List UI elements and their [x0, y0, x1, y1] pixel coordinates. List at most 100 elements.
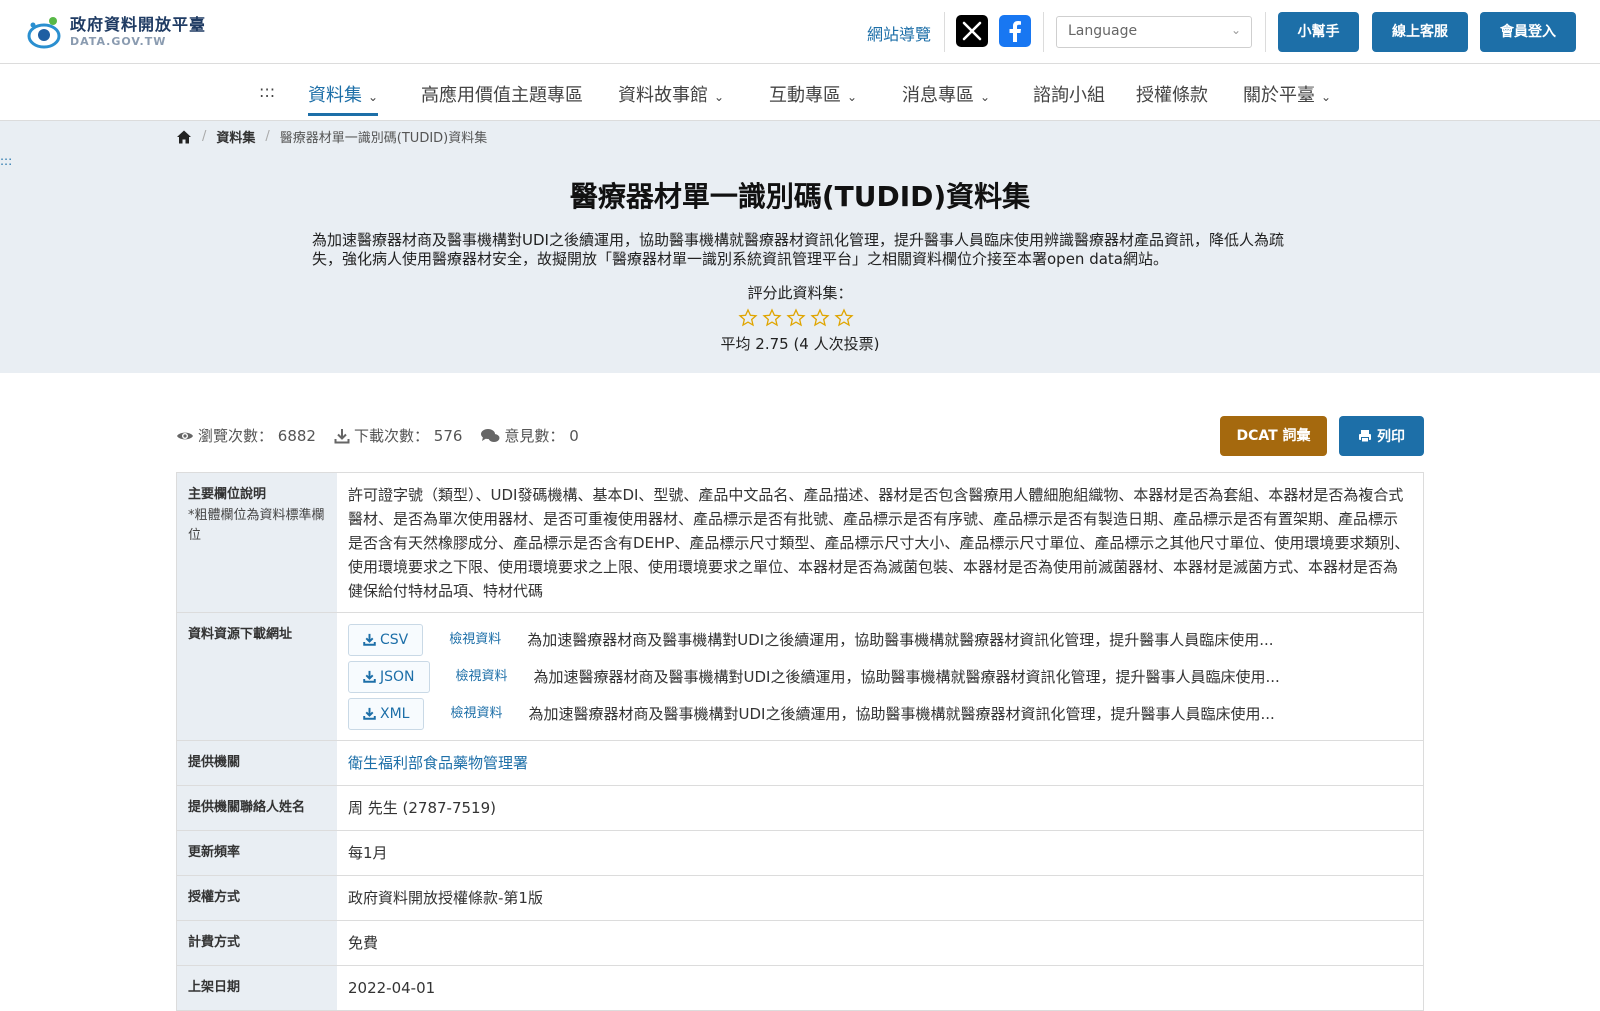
divider: [1265, 12, 1266, 52]
online-support-button[interactable]: 線上客服: [1372, 12, 1468, 52]
nav-item-news[interactable]: 消息專區 ⌄: [902, 81, 990, 107]
page-title: 醫療器材單一識別碼(TUDID)資料集: [569, 180, 1031, 213]
chevron-down-icon: ⌄: [1230, 23, 1241, 37]
nav-item-interaction[interactable]: 互動專區 ⌄: [769, 81, 857, 107]
format-label: CSV: [380, 631, 409, 648]
comments-stat: 意見數： 0: [480, 425, 579, 446]
rate-label: 評分此資料集：: [747, 284, 853, 302]
nav-item-label: 互動專區: [769, 85, 841, 106]
facebook-icon[interactable]: [999, 15, 1031, 47]
chevron-down-icon: ⌄: [1321, 90, 1332, 104]
download-csv-button[interactable]: CSV: [348, 623, 424, 656]
format-label: JSON: [380, 668, 415, 685]
table-row: 計費方式 免費: [177, 921, 1423, 966]
nav-item-advisory[interactable]: 諮詢小組: [1033, 81, 1105, 107]
table-row: 提供機關 衛生福利部食品藥物管理署: [177, 741, 1423, 786]
download-icon: [363, 633, 376, 646]
frequency-value: 每1月: [348, 844, 388, 862]
x-twitter-icon[interactable]: [956, 15, 988, 47]
divider: [1043, 12, 1044, 52]
printer-icon: [1359, 430, 1371, 443]
site-guide-link[interactable]: 網站導覽: [867, 21, 931, 45]
license-value: 政府資料開放授權條款-第1版: [348, 889, 543, 907]
comments-count: 0: [569, 426, 579, 445]
resource-row: CSV 檢視資料 為加速醫療器材商及醫事機構對UDI之後續運用，協助醫事機構就醫…: [348, 623, 1412, 656]
accesskey-nav[interactable]: :::: [259, 82, 275, 101]
nav-item-license[interactable]: 授權條款: [1136, 81, 1208, 107]
member-login-button[interactable]: 會員登入: [1480, 12, 1576, 52]
view-data-link[interactable]: 檢視資料: [456, 665, 508, 689]
nav-item-label: 高應用價值主題專區: [421, 85, 583, 106]
nav-item-about[interactable]: 關於平臺 ⌄: [1243, 81, 1331, 107]
divider: [944, 12, 945, 52]
provider-link[interactable]: 衛生福利部食品藥物管理署: [348, 754, 528, 772]
nav-item-label: 資料集: [308, 85, 362, 106]
resources-label: 資料資源下載網址: [177, 613, 337, 740]
table-row: 更新頻率 每1月: [177, 831, 1423, 876]
breadcrumb-datasets[interactable]: 資料集: [216, 127, 255, 146]
nav-item-label: 消息專區: [902, 85, 974, 106]
frequency-label: 更新頻率: [177, 831, 337, 875]
top-header: 政府資料開放平臺 DATA.GOV.TW 網站導覽 Language ⌄ 小幫手…: [0, 0, 1600, 64]
dataset-hero: / 資料集 / 醫療器材單一識別碼(TUDID)資料集 ::: 醫療器材單一識別…: [0, 121, 1600, 373]
dataset-description: 為加速醫療器材商及醫事機構對UDI之後續運用，協助醫事機構就醫療器材資訊化管理，…: [312, 231, 1284, 268]
published-label: 上架日期: [177, 966, 337, 1010]
resource-row: XML 檢視資料 為加速醫療器材商及醫事機構對UDI之後續運用，協助醫事機構就醫…: [348, 697, 1412, 730]
view-data-link[interactable]: 檢視資料: [450, 702, 502, 726]
star-icon[interactable]: [834, 308, 854, 328]
dcat-button[interactable]: DCAT 詞彙: [1220, 416, 1327, 456]
license-label: 授權方式: [177, 876, 337, 920]
star-icon[interactable]: [810, 308, 830, 328]
dataset-details-table: 主要欄位說明 *粗體欄位為資料標準欄位 許可證字號（類型）、UDI發碼機構、基本…: [176, 472, 1424, 1011]
provider-label: 提供機關: [177, 741, 337, 785]
views-stat: 瀏覽次數： 6882: [176, 425, 316, 446]
table-row: 提供機關聯絡人姓名 周 先生 (2787-7519): [177, 786, 1423, 831]
fields-value: 許可證字號（類型）、UDI發碼機構、基本DI、型號、產品中文品名、產品描述、器材…: [348, 486, 1410, 600]
accesskey-content[interactable]: :::: [0, 154, 12, 168]
breadcrumb-separator: /: [265, 129, 270, 144]
rating-average: 平均 2.75 (4 人次投票): [720, 335, 880, 353]
rating-stars[interactable]: [738, 308, 854, 328]
comments-label: 意見數：: [504, 427, 565, 445]
download-icon: [334, 428, 350, 443]
nav-item-label: 關於平臺: [1243, 85, 1315, 106]
chevron-down-icon: ⌄: [368, 90, 379, 104]
home-icon[interactable]: [176, 129, 192, 145]
download-json-button[interactable]: JSON: [348, 660, 430, 693]
resources-list: CSV 檢視資料 為加速醫療器材商及醫事機構對UDI之後續運用，協助醫事機構就醫…: [337, 613, 1423, 740]
fields-note: *粗體欄位為資料標準欄位: [188, 508, 325, 543]
chevron-down-icon: ⌄: [714, 90, 725, 104]
print-button[interactable]: 列印: [1339, 416, 1424, 456]
fields-label: 主要欄位說明: [188, 487, 267, 502]
site-logo[interactable]: 政府資料開放平臺 DATA.GOV.TW: [24, 12, 206, 52]
star-icon[interactable]: [786, 308, 806, 328]
star-icon[interactable]: [738, 308, 758, 328]
views-count: 6882: [277, 426, 316, 445]
fee-label: 計費方式: [177, 921, 337, 965]
nav-item-label: 授權條款: [1136, 85, 1208, 106]
view-data-link[interactable]: 檢視資料: [449, 628, 501, 652]
breadcrumb-current: 醫療器材單一識別碼(TUDID)資料集: [279, 131, 488, 146]
format-label: XML: [380, 705, 410, 722]
table-row: 上架日期 2022-04-01: [177, 966, 1423, 1011]
breadcrumb-separator: /: [202, 129, 207, 144]
download-xml-button[interactable]: XML: [348, 697, 425, 730]
print-label: 列印: [1377, 429, 1405, 445]
downloads-label: 下載次數：: [353, 427, 429, 445]
nav-item-datasets[interactable]: 資料集 ⌄: [308, 81, 379, 116]
breadcrumb: / 資料集 / 醫療器材單一識別碼(TUDID)資料集: [176, 127, 487, 146]
dataset-stats: 瀏覽次數： 6882 下載次數： 576 意見數： 0: [176, 425, 597, 446]
chevron-down-icon: ⌄: [847, 90, 858, 104]
helper-button[interactable]: 小幫手: [1278, 12, 1359, 52]
download-icon: [363, 707, 376, 720]
downloads-count: 576: [433, 426, 463, 445]
logo-globe-icon: [27, 17, 61, 49]
download-icon: [363, 670, 376, 683]
row-header: 主要欄位說明 *粗體欄位為資料標準欄位: [177, 473, 337, 612]
nav-item-data-stories[interactable]: 資料故事館 ⌄: [618, 81, 724, 107]
views-label: 瀏覽次數：: [198, 427, 274, 445]
star-icon[interactable]: [762, 308, 782, 328]
chevron-down-icon: ⌄: [980, 90, 991, 104]
nav-item-high-value[interactable]: 高應用價值主題專區: [421, 81, 583, 107]
language-select[interactable]: Language ⌄: [1056, 16, 1252, 48]
